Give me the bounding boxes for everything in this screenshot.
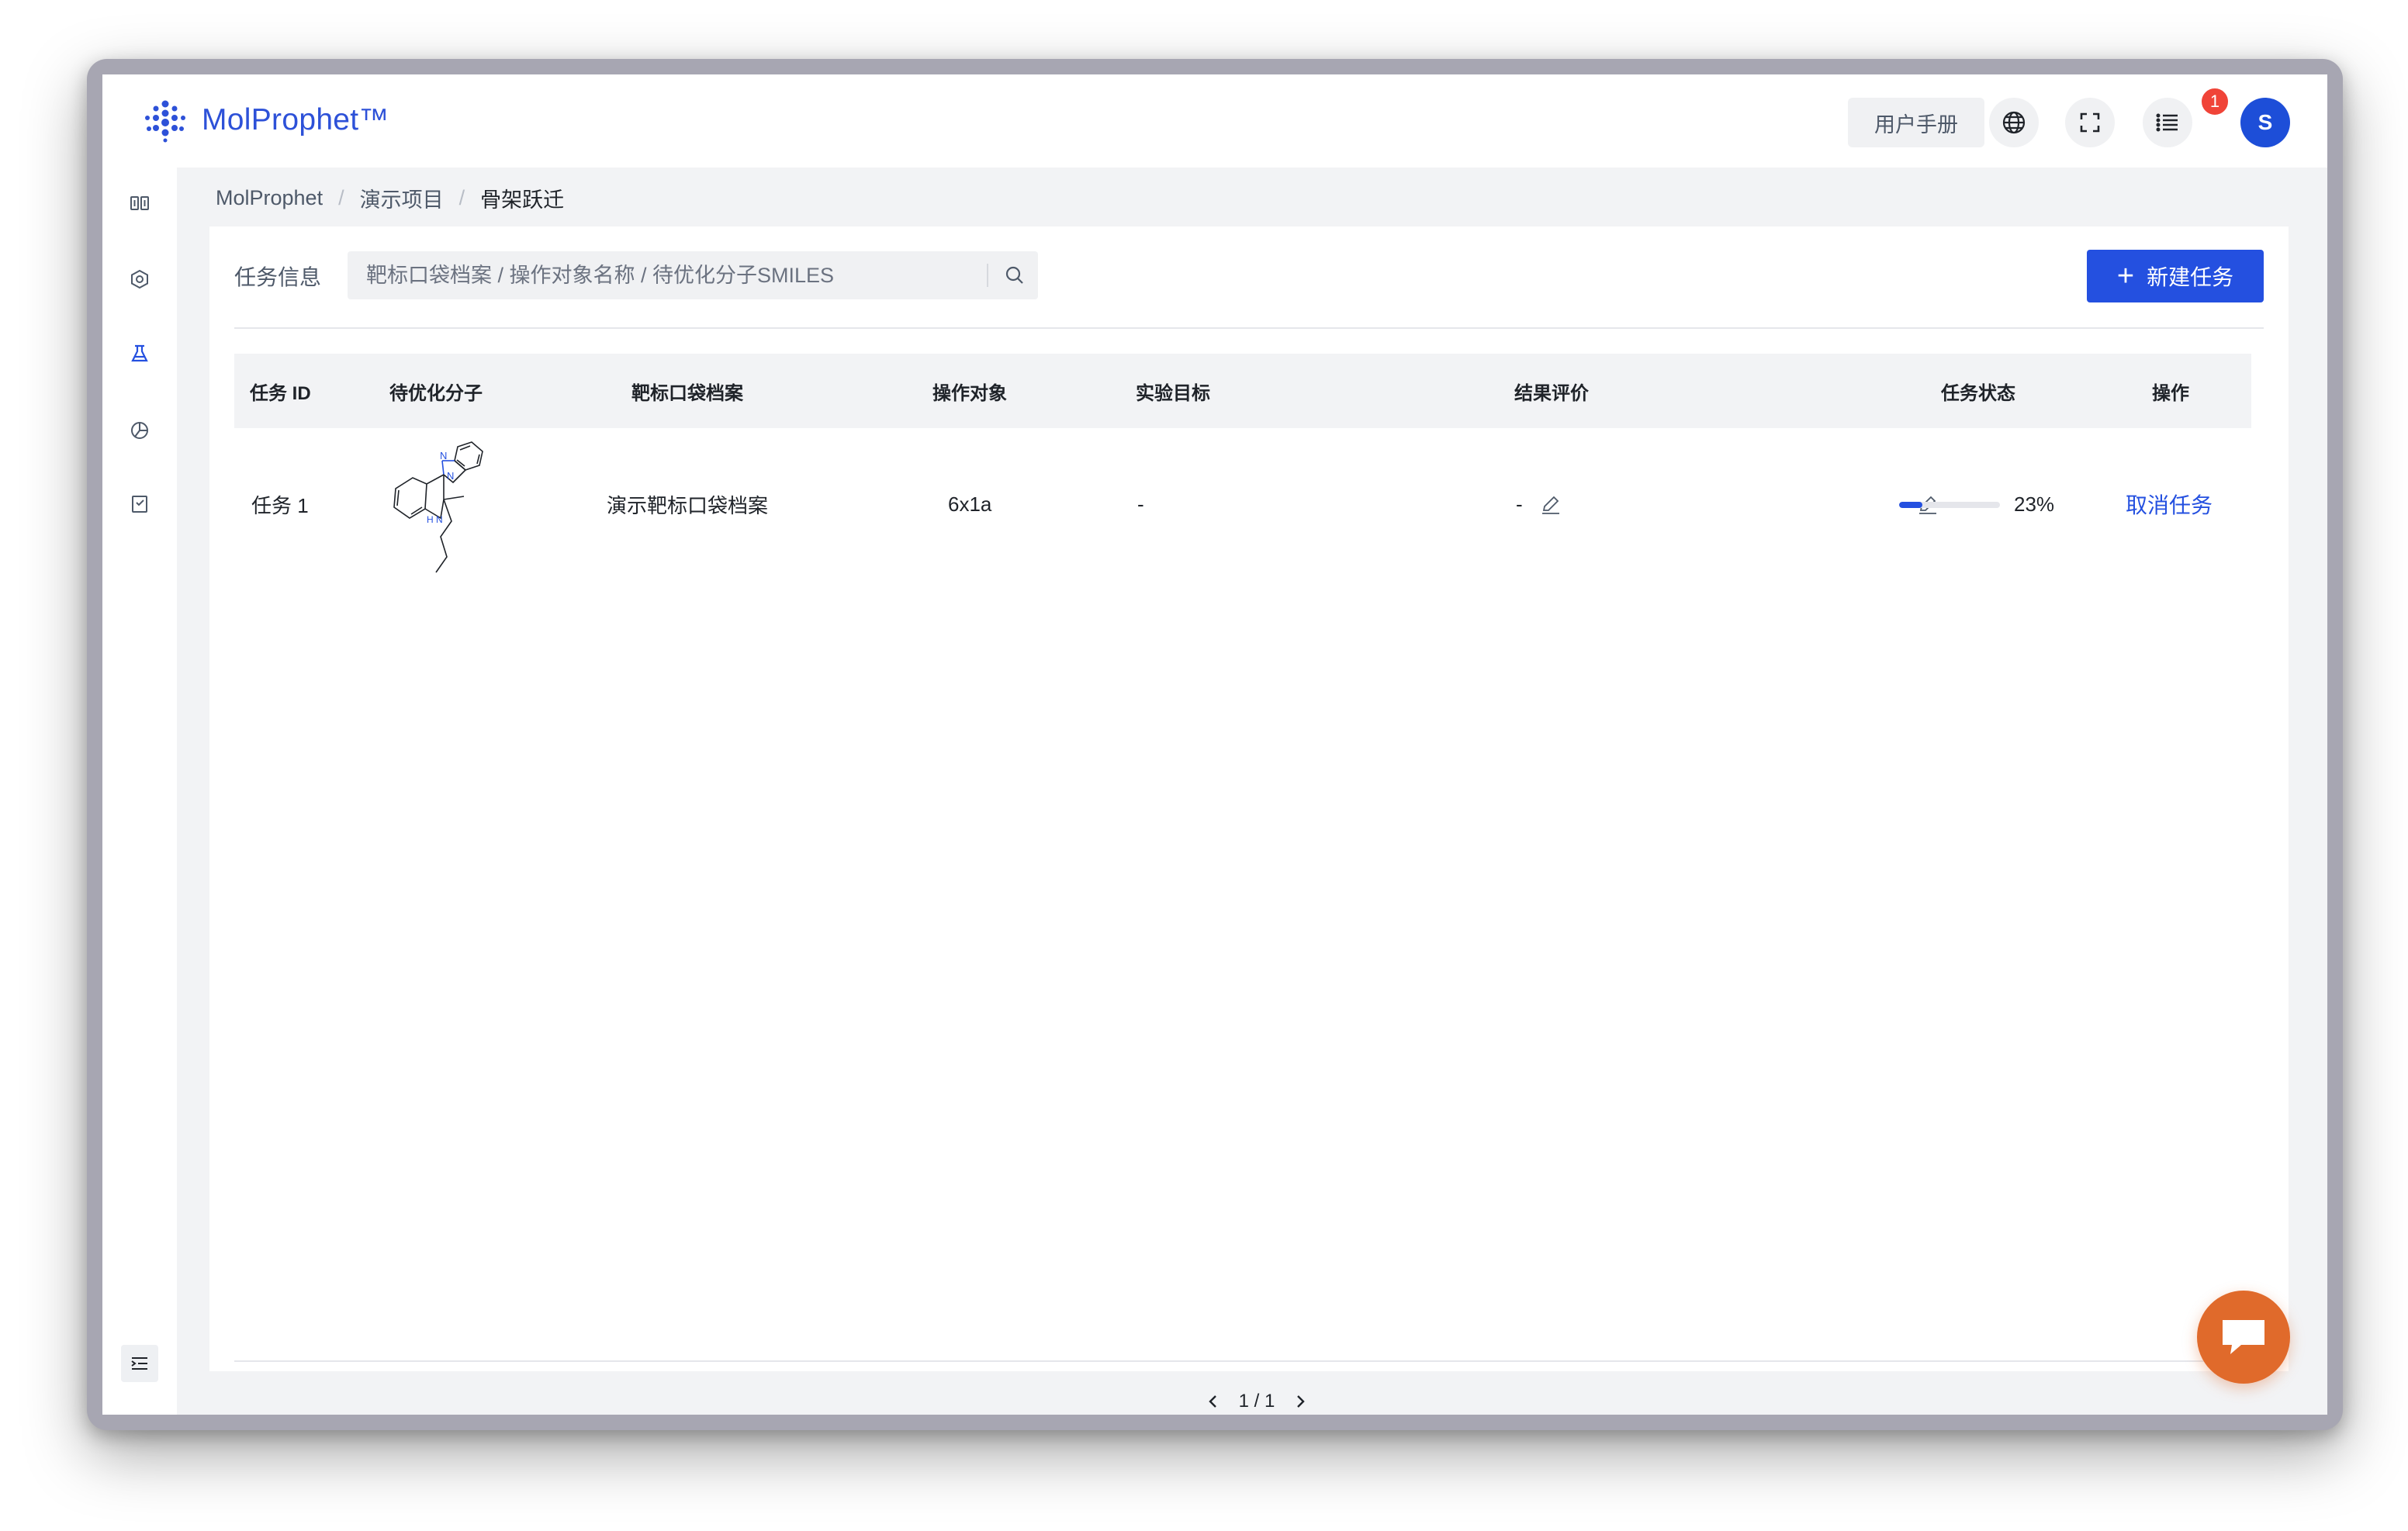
next-page-button[interactable] [1289,1390,1312,1413]
search-icon[interactable] [1002,263,1027,288]
bookmark-icon [132,496,147,513]
task-list-button[interactable] [2143,98,2192,147]
filter-label: 任务信息 [234,265,322,289]
col-pocket: 靶标口袋档案 [631,382,743,404]
new-task-label: 新建任务 [2147,265,2234,289]
sidebar-item-experiment[interactable] [124,338,155,369]
prev-page-button[interactable] [1202,1390,1225,1413]
pie-chart-icon [131,422,148,439]
col-result: 结果评价 [1514,382,1589,404]
page-indicator: 1 / 1 [1238,1391,1275,1412]
breadcrumb-separator: / [338,186,344,209]
user-avatar[interactable]: S [2240,98,2290,147]
task-progress-bar [1899,502,2000,508]
table-header: 任务 ID 待优化分子 靶标口袋档案 操作对象 实验目标 结果评价 任务状态 操… [234,354,2251,428]
divider [234,327,2264,329]
goal-cell: - [1137,492,1144,516]
breadcrumb: MolProphet / 演示项目 / 骨架跃迁 [216,183,564,213]
progress-text: 23% [2014,492,2055,516]
sidebar [102,168,177,1415]
divider [234,1360,2264,1362]
breadcrumb-project[interactable]: 演示项目 [360,183,444,213]
search-divider [987,264,988,287]
molecule-structure-image: N N H N [393,441,483,573]
col-action: 操作 [2152,382,2189,404]
col-molecule: 待优化分子 [389,382,483,404]
new-task-button[interactable]: + 新建任务 [2087,250,2264,302]
indent-icon [131,1357,147,1370]
chevron-left-icon [1208,1395,1216,1408]
fullscreen-button[interactable] [2065,98,2115,147]
cancel-task-link[interactable]: 取消任务 [2126,428,2213,580]
sidebar-item-bookmarks[interactable] [124,489,155,520]
table-row: 任务 1 N N H N 演示靶标口袋档案 6x1a - - 23% 取消任务 [234,428,2251,580]
sidebar-collapse-button[interactable] [121,1345,158,1382]
sidebar-item-projects[interactable] [124,188,155,219]
task-id-cell: 任务 1 [251,493,309,517]
app-logo[interactable]: MolProphet™ [143,98,389,143]
flask-icon [131,344,148,362]
notification-badge: 1 [2200,87,2230,116]
breadcrumb-current: 骨架跃迁 [480,188,565,212]
pocket-cell: 演示靶标口袋档案 [607,493,769,517]
top-bar: MolProphet™ 用户手册 1 S [102,74,2327,168]
user-manual-button[interactable]: 用户手册 [1848,98,1984,147]
fullscreen-icon [2080,112,2100,133]
atom-n-label: N [447,470,454,482]
search-box [348,251,1038,300]
chevron-right-icon [1297,1395,1306,1408]
edit-goal-icon[interactable] [1539,493,1562,517]
search-input[interactable] [348,251,973,300]
breadcrumb-home[interactable]: MolProphet [216,186,323,210]
target-cell: 6x1a [948,492,992,516]
sidebar-item-target[interactable] [124,264,155,295]
pagination: 1 / 1 [1179,1382,1334,1415]
main-card: 任务信息 + 新建任务 任务 ID 待优化分子 靶标口袋档案 操作对象 实验目标… [209,226,2289,1412]
app-window: MolProphet™ 用户手册 1 S MolProphet / 演示项目 /… [102,74,2327,1415]
app-name: MolProphet™ [202,103,389,137]
logo-icon [145,100,185,143]
breadcrumb-separator: / [458,186,465,209]
chat-support-button[interactable] [2197,1291,2290,1384]
col-status: 任务状态 [1941,382,2015,404]
col-task-id: 任务 ID [250,382,311,404]
plus-icon: + [2116,260,2135,292]
col-target: 操作对象 [932,382,1007,404]
list-icon [2156,113,2178,132]
col-goal: 实验目标 [1136,382,1210,404]
task-progress-fill [1899,502,1922,508]
hexagon-target-icon [131,269,148,289]
globe-icon [2002,111,2026,134]
atom-nh-label: H N [427,514,443,525]
columns-icon [130,196,149,210]
chat-bubble-icon [2223,1320,2264,1354]
atom-n-label: N [440,450,447,461]
result-cell: - [1516,492,1523,516]
language-button[interactable] [1989,98,2039,147]
sidebar-item-analytics[interactable] [124,414,155,445]
